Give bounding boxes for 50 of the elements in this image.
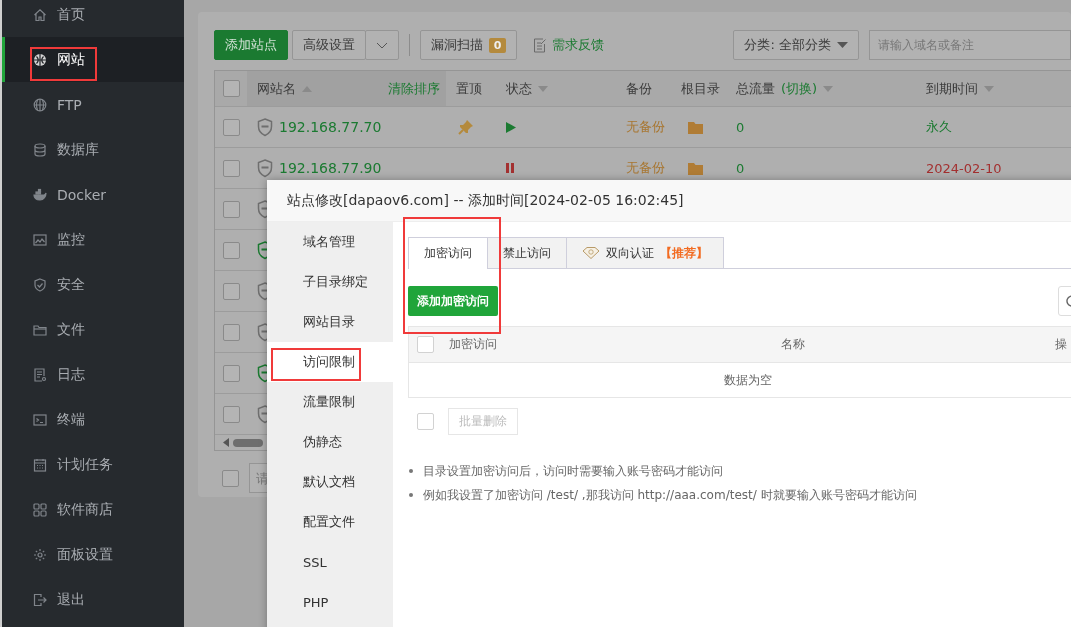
dialog-title: 站点修改[dapaov6.com] -- 添加时间[2024-02-05 16:02:45] <box>267 180 1071 222</box>
column-header: 网站名 <box>257 79 296 98</box>
settings-nav-item[interactable]: 访问限制 <box>267 342 393 382</box>
category-select[interactable]: 分类: 全部分类 <box>733 30 859 60</box>
sidebar-item[interactable]: 计划任务 <box>2 442 184 487</box>
sidebar-item[interactable]: 文件 <box>2 307 184 352</box>
sidebar-item[interactable]: 网站 <box>2 37 184 82</box>
sidebar-item[interactable]: 数据库 <box>2 127 184 172</box>
empty-message: 数据为空 <box>724 371 772 389</box>
tip-text: 目录设置加密访问后，访问时需要输入账号密码才能访问 <box>423 462 723 480</box>
sidebar-item[interactable]: FTP <box>2 82 184 127</box>
settings-nav-item[interactable]: 流量限制 <box>267 382 393 422</box>
settings-nav-item[interactable]: 网站目录 <box>267 302 393 342</box>
sidebar-item[interactable]: 首页 <box>2 0 184 37</box>
expiry-date: 永久 <box>926 118 952 136</box>
settings-nav-item[interactable]: PHP <box>267 582 393 622</box>
add-site-button[interactable]: 添加站点 <box>214 30 288 60</box>
sidebar-item[interactable]: 日志 <box>2 352 184 397</box>
sidebar-item[interactable]: 面板设置 <box>2 532 184 577</box>
settings-nav-item[interactable]: 域名管理 <box>267 222 393 262</box>
traffic-value: 0 <box>736 119 745 135</box>
tab[interactable]: 禁止访问 <box>487 237 567 268</box>
count-badge: 0 <box>488 37 507 53</box>
column-header: 到期时间 <box>926 79 978 98</box>
sidebar-item[interactable]: 终端 <box>2 397 184 442</box>
traffic-value: 0 <box>736 160 745 176</box>
expiry-date: 2024-02-10 <box>926 160 1002 176</box>
scan-button[interactable]: 漏洞扫描 0 <box>419 30 518 60</box>
settings-nav-item[interactable]: 子目录绑定 <box>267 262 393 302</box>
column-header: 置顶 <box>456 79 482 98</box>
sidebar-item[interactable]: 软件商店 <box>2 487 184 532</box>
tip-text: 例如我设置了加密访问 /test/ ,那我访问 http://aaa.com/test/ 时就要输入账号密码才能访问 <box>423 486 917 504</box>
settings-nav-item[interactable]: 伪静态 <box>267 422 393 462</box>
advanced-settings-button[interactable]: 高级设置 <box>292 30 366 60</box>
column-header: 备份 <box>626 79 652 98</box>
column-header: 操 <box>1054 336 1068 353</box>
column-header: 总流量 <box>736 79 775 98</box>
tab[interactable]: 加密访问 <box>408 237 488 269</box>
settings-nav-item[interactable]: SSL <box>267 542 393 582</box>
tab[interactable]: 双向认证 【推荐】 <box>566 237 724 268</box>
column-header: 名称 <box>781 336 805 353</box>
column-header: 根目录 <box>681 79 720 98</box>
sidebar-item[interactable]: Docker <box>2 172 184 217</box>
settings-nav-item[interactable]: 默认文档 <box>267 462 393 502</box>
sidebar-item[interactable]: 退出 <box>2 577 184 622</box>
settings-nav-item[interactable]: 配置文件 <box>267 502 393 542</box>
column-header: 加密访问 <box>449 336 498 353</box>
column-header: 状态 <box>506 79 532 98</box>
sidebar-item[interactable]: 监控 <box>2 217 184 262</box>
sidebar-item[interactable]: 安全 <box>2 262 184 307</box>
